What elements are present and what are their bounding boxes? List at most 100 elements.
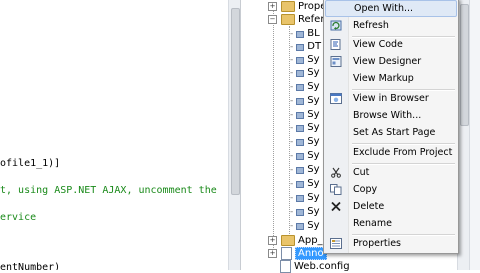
menu-item-label: View in Browser [353, 93, 429, 104]
tree-item-label: Sy [307, 109, 320, 120]
tree-item-web-config[interactable]: Web.config [280, 260, 350, 273]
code-comment-text: ervice [0, 212, 37, 223]
tree-item-label: Sy [307, 95, 320, 106]
view-designer-icon [330, 56, 342, 67]
code-comment-text: t, using [0, 185, 55, 196]
menu-item-label: View Markup [353, 73, 414, 84]
menu-item-exclude-from-project[interactable]: Exclude From Project [325, 144, 457, 161]
tree-item-reference[interactable]: - Sy [290, 135, 320, 148]
tree-item-reference[interactable]: - Sy [290, 163, 320, 176]
expand-icon[interactable]: + [268, 2, 277, 11]
reference-icon [295, 68, 305, 77]
view-code-icon [330, 39, 341, 50]
collapse-icon[interactable]: − [268, 15, 277, 24]
tree-item-label-selected: Anno [295, 247, 327, 260]
tree-item-reference[interactable]: - DT [290, 40, 321, 53]
reference-icon [295, 151, 305, 160]
menu-item-label: Browse With... [353, 110, 422, 121]
menu-item-refresh[interactable]: Refresh [325, 17, 457, 34]
menu-item-rename[interactable]: Rename [325, 215, 457, 232]
tree-item-references[interactable]: − Refere [268, 13, 330, 26]
reference-icon [295, 207, 305, 216]
copy-icon [330, 184, 342, 195]
tree-guide-line [273, 8, 274, 254]
editor-scrollbar-thumb[interactable] [231, 8, 240, 195]
tree-item-label: Sy [307, 81, 320, 92]
menu-item-properties[interactable]: Properties [325, 235, 457, 252]
expand-icon[interactable]: + [268, 249, 277, 258]
tree-item-label: Sy [307, 192, 320, 203]
reference-icon [295, 123, 305, 132]
menu-item-copy[interactable]: Copy [325, 181, 457, 198]
tree-item-label: DT [307, 41, 322, 52]
tree-item-label: Sy [307, 164, 320, 175]
menu-item-cut[interactable]: Cut [325, 164, 457, 181]
reference-icon [295, 137, 305, 146]
tree-item-reference[interactable]: - Sy [290, 66, 320, 79]
tree-item-selected-file[interactable]: + Anno [268, 247, 327, 260]
tree-item-reference[interactable]: - Sy [290, 53, 320, 66]
menu-item-open-with[interactable]: Open With... [325, 0, 457, 17]
config-file-icon [280, 260, 291, 273]
menu-item-view-designer[interactable]: View Designer [325, 53, 457, 70]
folder-icon [281, 14, 295, 25]
reference-icon [295, 96, 305, 105]
menu-item-label: Cut [353, 167, 370, 178]
tree-item-reference[interactable]: - Sy [290, 94, 320, 107]
menu-item-label: Exclude From Project [353, 147, 453, 158]
properties-icon [330, 238, 342, 249]
menu-item-view-code[interactable]: View Code [325, 36, 457, 53]
code-line[interactable]: ofile1_1)] [0, 158, 60, 169]
code-comment-text: , uncomment the [126, 185, 217, 196]
folder-icon [281, 1, 295, 12]
tree-item-reference[interactable]: - Sy [290, 219, 320, 232]
tree-item-reference[interactable]: - Sy [290, 191, 320, 204]
reference-icon [295, 179, 305, 188]
expand-icon[interactable]: + [268, 236, 277, 245]
refresh-icon [330, 20, 342, 31]
reference-icon [295, 193, 305, 202]
tree-item-reference[interactable]: - Sy [290, 80, 320, 93]
tree-item-reference[interactable]: - BL [290, 27, 320, 40]
code-editor[interactable]: ofile1_1)] t, using ASP.NET AJAX, uncomm… [0, 0, 228, 270]
code-text: entNumber) [0, 262, 61, 270]
reference-icon [295, 42, 305, 51]
menu-item-label: Copy [353, 184, 378, 195]
menu-item-view-in-browser[interactable]: View in Browser [325, 90, 457, 107]
explorer-scrollbar-thumb[interactable] [460, 4, 469, 126]
code-text: ofile1_1)] [0, 158, 61, 169]
tree-item-reference[interactable]: - Sy [290, 177, 320, 190]
tree-item-label: Sy [307, 220, 320, 231]
menu-item-browse-with[interactable]: Browse With... [325, 107, 457, 124]
code-comment-keyword: ASP.NET AJAX [54, 185, 127, 196]
menu-item-view-markup[interactable]: View Markup [325, 70, 457, 87]
reference-icon [295, 82, 305, 91]
tree-item-label: Sy [307, 54, 320, 65]
reference-icon [295, 55, 305, 64]
tree-item-reference[interactable]: - Sy [290, 121, 320, 134]
window-edge [469, 0, 480, 270]
web-form-file-icon [281, 247, 292, 260]
tree-item-app-code[interactable]: + App_C [268, 234, 330, 247]
tree-item-label: Sy [307, 206, 320, 217]
browser-icon [330, 93, 342, 104]
folder-icon [281, 235, 295, 246]
code-line[interactable]: t, using ASP.NET AJAX, uncomment the [0, 185, 217, 196]
menu-item-label: Properties [353, 238, 402, 249]
menu-item-label: Delete [353, 201, 385, 212]
code-line[interactable]: entNumber) [0, 262, 60, 270]
menu-item-set-as-start-page[interactable]: Set As Start Page [325, 124, 457, 141]
code-line[interactable]: ervice [0, 212, 36, 223]
tree-item-reference[interactable]: - Sy [290, 149, 320, 162]
menu-item-delete[interactable]: Delete [325, 198, 457, 215]
menu-item-label: View Designer [353, 56, 422, 67]
cut-icon [331, 167, 341, 178]
tree-item-label: Sy [307, 150, 320, 161]
tree-item-reference[interactable]: - Sy [290, 205, 320, 218]
tree-item-label: Sy [307, 136, 320, 147]
tree-item-reference[interactable]: - Sy [290, 108, 320, 121]
reference-icon [295, 165, 305, 174]
delete-icon [331, 201, 341, 212]
reference-icon [295, 221, 305, 230]
tree-item-properties[interactable]: + Prope [268, 0, 326, 13]
